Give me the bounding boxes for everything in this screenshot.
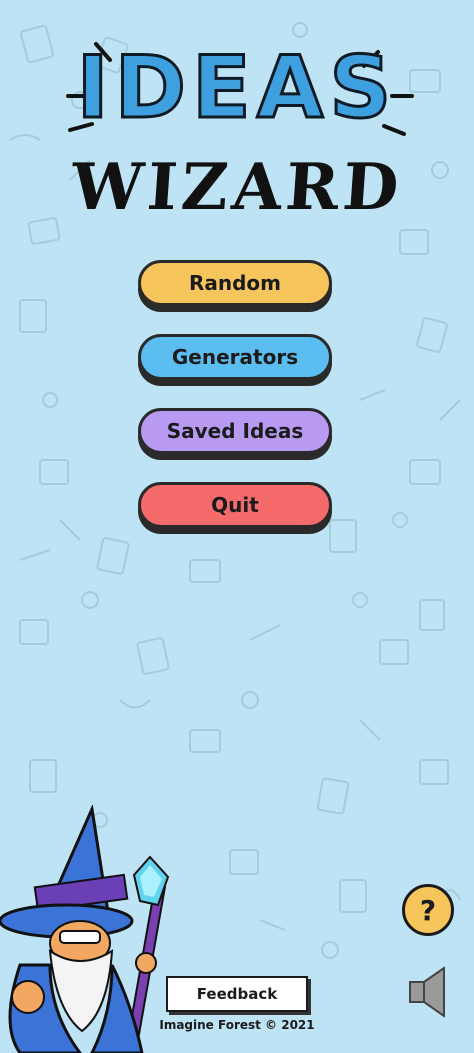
feedback-button[interactable]: Feedback [166, 976, 308, 1012]
quit-button[interactable]: Quit [138, 482, 332, 528]
question-icon: ? [419, 893, 437, 927]
copyright-text: Imagine Forest © 2021 [159, 1018, 315, 1032]
generators-button[interactable]: Generators [138, 334, 332, 380]
wizard-mascot [0, 805, 170, 1053]
help-button[interactable]: ? [402, 884, 454, 936]
random-button[interactable]: Random [138, 260, 332, 306]
logo-title-ideas: IDEAS [75, 37, 398, 140]
logo-title-wizard: WIZARD [68, 150, 406, 225]
saved-ideas-button[interactable]: Saved Ideas [138, 408, 332, 454]
speaker-icon[interactable] [404, 962, 456, 1022]
